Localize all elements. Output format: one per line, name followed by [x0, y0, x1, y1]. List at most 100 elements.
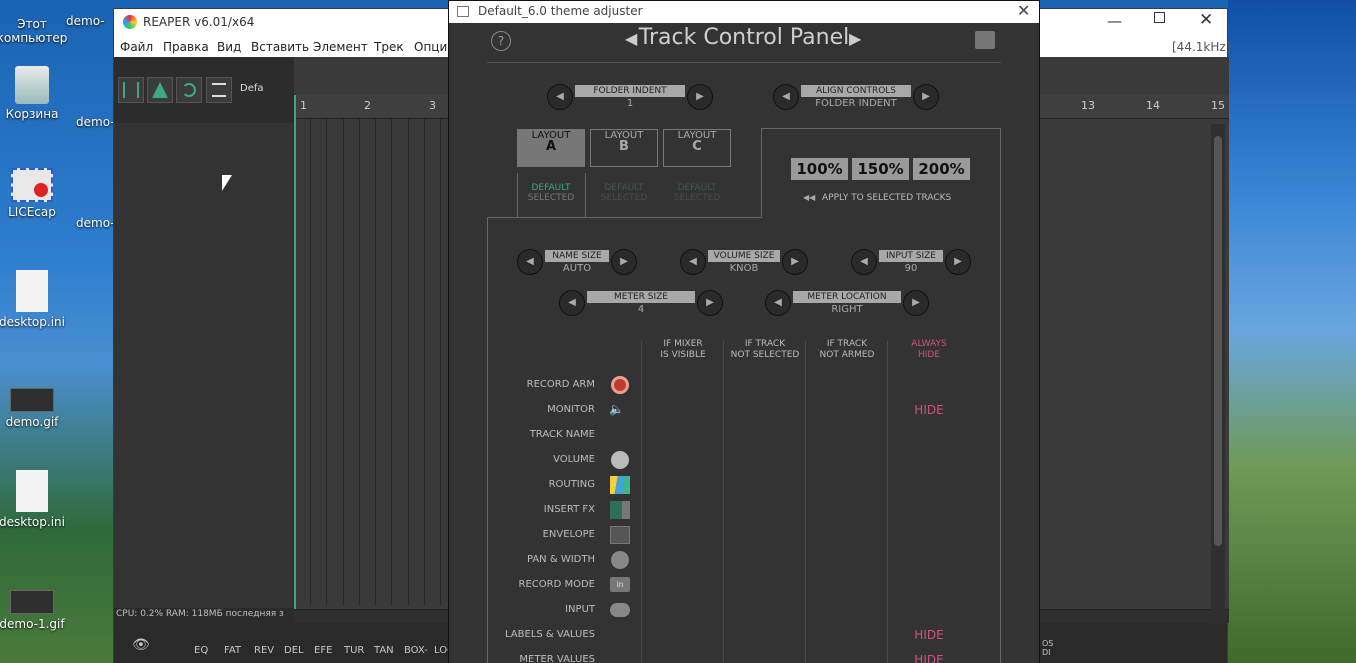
volume-size-value: KNOB — [729, 263, 759, 274]
pan-knob-icon[interactable] — [611, 551, 629, 569]
record-arm-icon[interactable] — [611, 376, 629, 394]
meter-size-inc-button[interactable]: ▶ — [697, 290, 723, 316]
routing-icon[interactable] — [610, 476, 630, 494]
scale-100-button[interactable]: 100% — [791, 158, 848, 180]
desktop-icon-demo-1-gif[interactable]: demo-1.gif — [0, 590, 70, 631]
menu-track[interactable]: Трек — [374, 40, 404, 54]
desktop-icon-desktop-ini[interactable]: desktop.ini — [0, 270, 70, 329]
menu-file[interactable]: Файл — [120, 40, 153, 54]
apply-to-selected-button[interactable]: APPLY TO SELECTED TRACKS — [822, 193, 951, 203]
default-text: DEFAULT — [677, 183, 717, 193]
layout-b-button[interactable]: LAYOUT B — [590, 129, 658, 167]
row-label-routing: ROUTING — [548, 479, 595, 490]
desktop-icon-demo-c[interactable]: demo- — [76, 216, 116, 230]
row-label-record-arm: RECORD ARM — [526, 379, 595, 390]
menu-item[interactable]: Элемент — [313, 40, 368, 54]
hide-toggle-meter-values[interactable]: HIDE — [889, 653, 969, 663]
fx-slot[interactable]: TUR — [344, 645, 364, 656]
fx-slot[interactable]: TAN — [374, 645, 394, 656]
metronome-button[interactable] — [147, 77, 173, 103]
record-mode-icon[interactable]: in — [610, 577, 630, 592]
window-icon — [457, 6, 469, 17]
vertical-scrollbar[interactable] — [1211, 124, 1225, 624]
input-size-inc-button[interactable]: ▶ — [945, 249, 971, 275]
save-icon[interactable] — [975, 31, 995, 49]
scrollbar-thumb[interactable] — [1214, 136, 1222, 546]
volume-size-dec-button[interactable]: ◀ — [680, 249, 706, 275]
fx-slot[interactable]: BOX- — [404, 645, 428, 656]
minimize-icon[interactable]: — — [1107, 12, 1122, 30]
insert-fx-icon[interactable] — [610, 501, 630, 519]
layout-a-default-indicator[interactable]: DEFAULT SELECTED — [517, 183, 585, 203]
fx-slot[interactable]: EFE — [314, 645, 332, 656]
desktop-icon-recycle-bin[interactable]: Корзина — [0, 66, 70, 121]
volume-size-inc-button[interactable]: ▶ — [782, 249, 808, 275]
desktop-icon-label: desktop.ini — [0, 515, 65, 529]
loop-button[interactable] — [176, 77, 202, 103]
close-icon[interactable]: ✕ — [1199, 10, 1213, 30]
desktop-icon-computer[interactable]: Этот компьютер — [0, 4, 70, 45]
fx-slot[interactable]: EQ — [194, 645, 208, 656]
midi-label: OS DI — [1042, 639, 1054, 657]
desktop-icon-demo-a[interactable]: demo- — [66, 14, 116, 28]
next-page-icon[interactable]: ▶ — [849, 29, 861, 48]
align-controls-inc-button[interactable]: ▶ — [913, 84, 939, 110]
ruler-mark: 1 — [300, 99, 307, 112]
input-size-control: ◀ INPUT SIZE 90 ▶ — [851, 249, 971, 275]
samplerate-display: [44.1kHz] — [1172, 40, 1231, 54]
volume-knob-icon[interactable] — [611, 451, 629, 469]
scale-150-button[interactable]: 150% — [852, 158, 909, 180]
eye-icon[interactable]: 👁 — [132, 637, 150, 653]
desktop-icon-licecap[interactable]: LICEcap — [0, 168, 70, 219]
fx-slot[interactable]: FAT — [224, 645, 241, 656]
hide-toggle-monitor[interactable]: HIDE — [889, 403, 969, 417]
fx-slot[interactable]: REV — [254, 645, 274, 656]
grid-toggle-button[interactable] — [118, 77, 144, 103]
desktop-icon-demo-gif[interactable]: demo.gif — [0, 388, 70, 429]
meter-location-inc-button[interactable]: ▶ — [903, 290, 929, 316]
layout-c-button[interactable]: LAYOUT C — [663, 129, 731, 167]
menu-edit[interactable]: Правка — [163, 40, 209, 54]
grid-line — [375, 119, 376, 605]
name-size-inc-button[interactable]: ▶ — [611, 249, 637, 275]
selected-text: SELECTED — [527, 193, 575, 203]
track-list-button[interactable] — [206, 77, 232, 103]
meter-size-control: ◀ METER SIZE 4 ▶ — [559, 290, 723, 316]
layout-a-button[interactable]: LAYOUT A — [517, 129, 585, 167]
fx-slot[interactable]: DEL — [284, 645, 304, 656]
speaker-icon[interactable]: 🔈 — [609, 402, 631, 420]
grid-line — [391, 119, 392, 605]
folder-indent-inc-button[interactable]: ▶ — [687, 84, 713, 110]
ruler-mark: 14 — [1146, 99, 1160, 112]
adjuster-titlebar[interactable]: Default_6.0 theme adjuster ✕ — [449, 1, 1039, 23]
header-line: IF MIXER — [663, 339, 703, 349]
close-icon[interactable]: ✕ — [1017, 1, 1030, 20]
status-bar: CPU: 0.2% RAM: 118МБ последняя з — [116, 609, 284, 619]
meter-size-dec-button[interactable]: ◀ — [559, 290, 585, 316]
layout-c-default-indicator[interactable]: DEFAULT SELECTED — [663, 183, 731, 203]
desktop-icon-desktop-ini-2[interactable]: desktop.ini — [0, 470, 70, 529]
folder-indent-value: 1 — [626, 98, 634, 109]
folder-indent-dec-button[interactable]: ◀ — [547, 84, 573, 110]
menu-insert[interactable]: Вставить — [251, 40, 309, 54]
meter-size-value: 4 — [637, 304, 645, 315]
hide-toggle-labels-values[interactable]: HIDE — [889, 628, 969, 642]
menu-options[interactable]: Опци — [414, 40, 447, 54]
input-icon[interactable] — [610, 603, 630, 617]
scale-200-button[interactable]: 200% — [913, 158, 970, 180]
list-icon — [212, 83, 226, 97]
column-header-not-armed: IF TRACK NOT ARMED — [807, 339, 887, 361]
align-controls-dec-button[interactable]: ◀ — [773, 84, 799, 110]
envelope-icon[interactable] — [610, 526, 630, 544]
maximize-icon[interactable] — [1154, 12, 1165, 23]
layout-b-default-indicator[interactable]: DEFAULT SELECTED — [590, 183, 658, 203]
menu-view[interactable]: Вид — [217, 40, 241, 54]
track-control-area[interactable] — [114, 123, 294, 608]
name-size-dec-button[interactable]: ◀ — [517, 249, 543, 275]
meter-location-dec-button[interactable]: ◀ — [765, 290, 791, 316]
input-size-dec-button[interactable]: ◀ — [851, 249, 877, 275]
name-size-label: NAME SIZE — [545, 250, 609, 262]
default-text: DEFAULT — [604, 183, 644, 193]
desktop-icon-demo-b[interactable]: demo- — [76, 115, 116, 129]
theme-adjuster-window: Default_6.0 theme adjuster ✕ ? ◀ Track C… — [448, 0, 1040, 663]
